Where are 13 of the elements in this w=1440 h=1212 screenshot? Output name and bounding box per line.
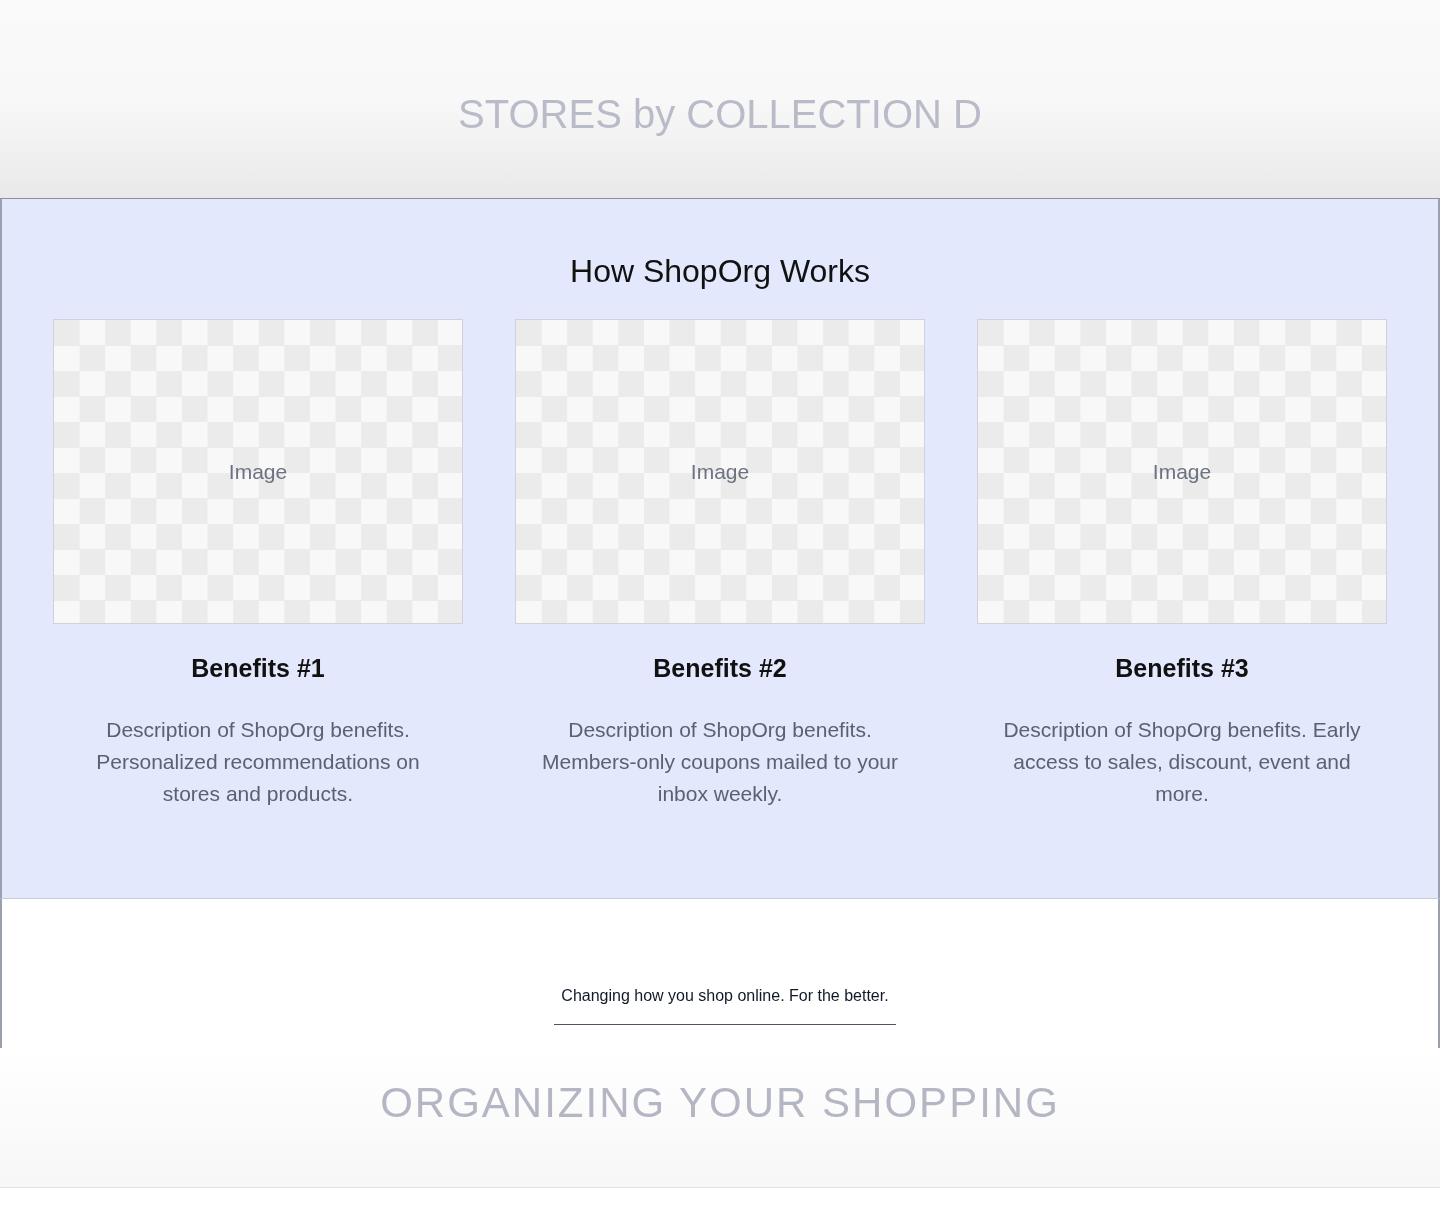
banner-heading: STORES by COLLECTION D	[458, 91, 982, 138]
tagline: Changing how you shop online. For the better.	[561, 986, 889, 1006]
card-description: Description of ShopOrg benefits. Personalized recommendations on stores and products.	[95, 717, 421, 807]
card-title: Benefits #1	[191, 653, 325, 684]
section-title: How ShopOrg Works	[570, 252, 870, 291]
card-description: Description of ShopOrg benefits. Early access to sales, discount, event and more.	[1002, 717, 1362, 807]
card-title: Benefits #2	[653, 653, 787, 684]
card-title: Benefits #3	[1115, 653, 1249, 684]
card-description: Description of ShopOrg benefits. Members-only coupons mailed to your inbox weekly.	[541, 717, 899, 807]
image-label: Image	[690, 458, 750, 485]
image-label: Image	[1152, 458, 1212, 485]
banner-heading: ORGANIZING YOUR SHOPPING	[380, 1078, 1060, 1128]
image-label: Image	[228, 458, 288, 485]
